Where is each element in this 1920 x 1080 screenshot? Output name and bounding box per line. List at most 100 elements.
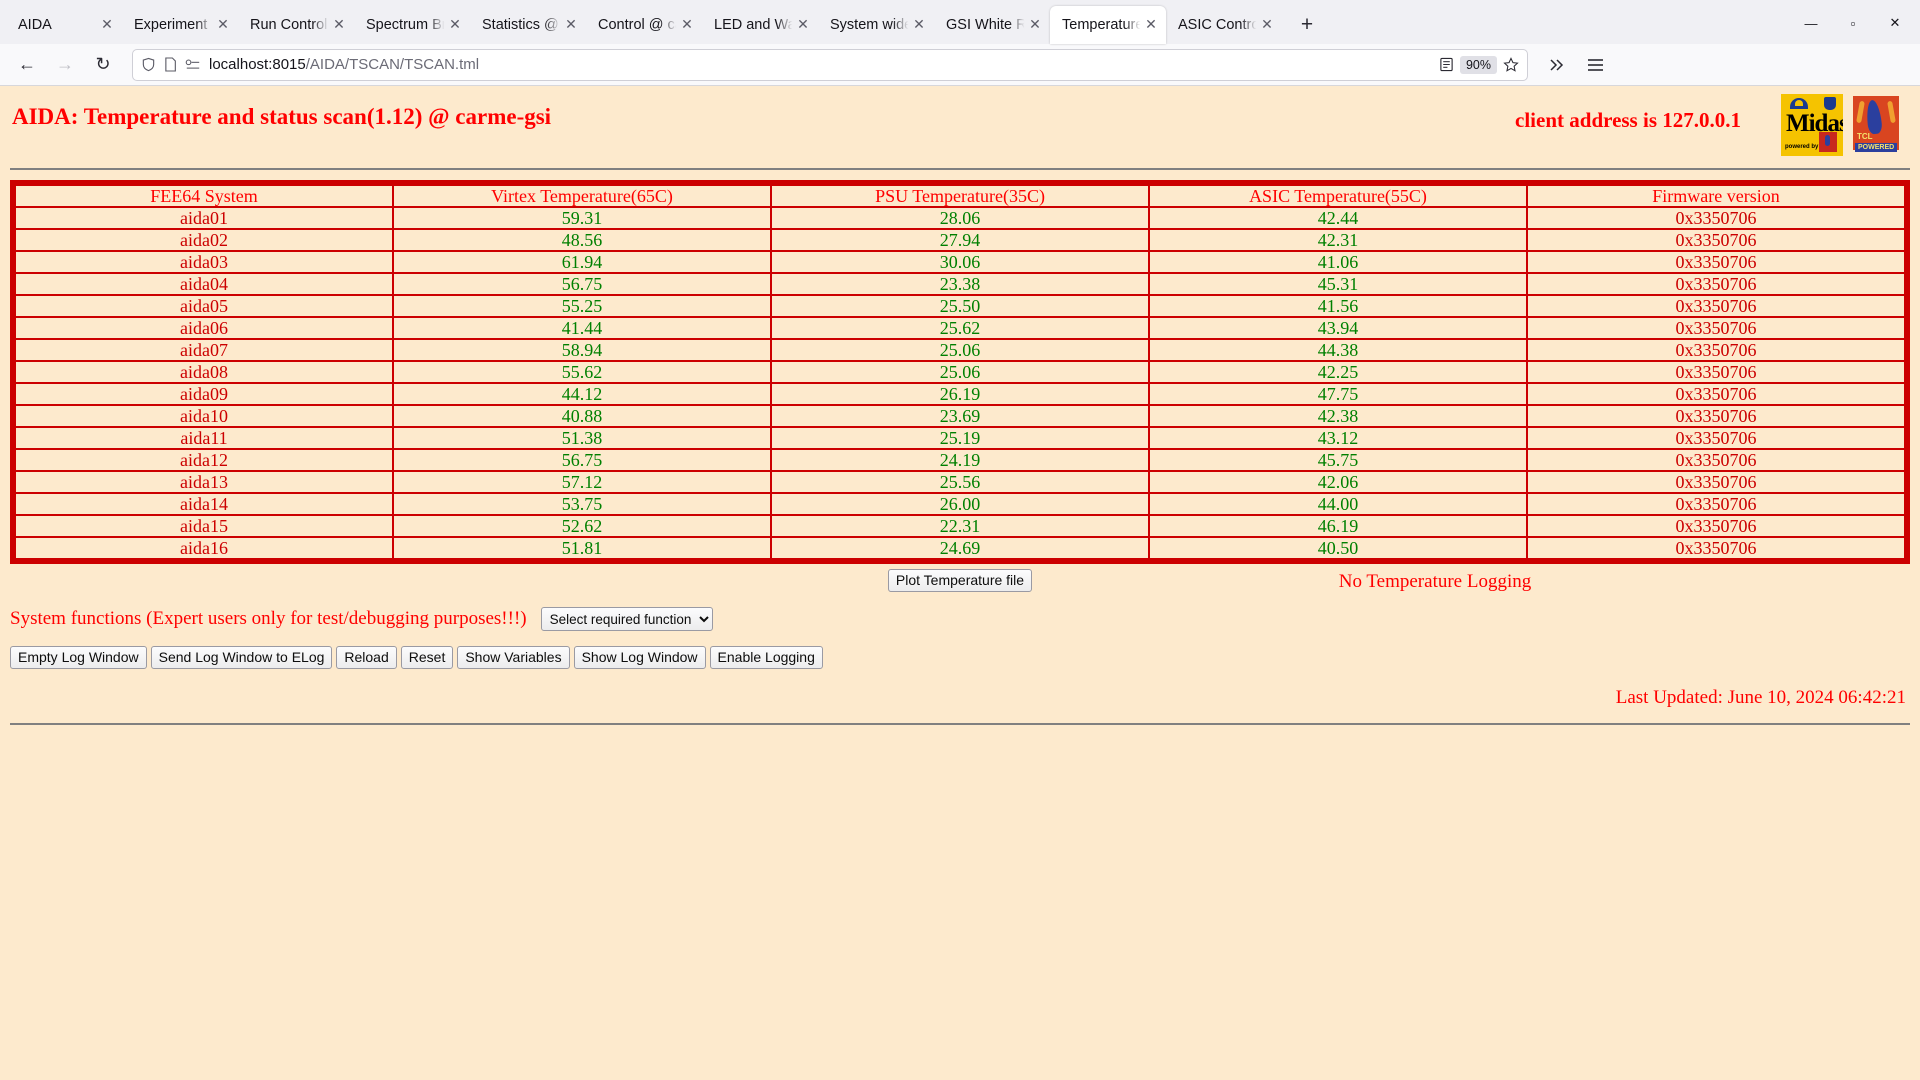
table-cell-psu: 28.06 <box>772 208 1148 228</box>
table-cell-psu: 25.56 <box>772 472 1148 492</box>
table-cell-asic: 40.50 <box>1150 538 1526 558</box>
table-cell-firmware: 0x3350706 <box>1528 538 1904 558</box>
shield-icon[interactable] <box>141 57 156 72</box>
overflow-menu-button[interactable] <box>1540 49 1574 81</box>
table-cell-psu: 25.06 <box>772 340 1148 360</box>
table-cell-firmware: 0x3350706 <box>1528 230 1904 250</box>
minimize-button[interactable]: — <box>1790 8 1832 38</box>
forward-button[interactable]: → <box>48 49 82 81</box>
reload-icon: ↻ <box>95 54 111 74</box>
maximize-button[interactable]: ▫ <box>1832 8 1874 38</box>
tcl-powered-logo-icon: TCL POWERED <box>1850 94 1902 156</box>
browser-tab[interactable]: Control @ carme-gsi✕ <box>586 6 702 44</box>
table-cell-asic: 44.00 <box>1150 494 1526 514</box>
browser-tab[interactable]: Temperature and st✕ <box>1050 6 1166 44</box>
tcl-logo-label: TCL <box>1857 132 1873 141</box>
browser-tab[interactable]: Statistics @ carme✕ <box>470 6 586 44</box>
table-cell-asic: 46.19 <box>1150 516 1526 536</box>
table-cell-system: aida08 <box>16 362 392 382</box>
tab-title: GSI White Rabbit Ti <box>946 17 1026 33</box>
browser-tab[interactable]: AIDA ✕ <box>6 6 122 44</box>
midas-badge-icon <box>1824 97 1836 110</box>
address-bar[interactable]: localhost:8015/AIDA/TSCAN/TSCAN.tml 90% <box>132 48 1528 81</box>
logo-group: Midas powered by TCL POWERED <box>1781 94 1910 156</box>
browser-tab[interactable]: System wide Check✕ <box>818 6 934 44</box>
tab-close-icon[interactable]: ✕ <box>1258 16 1276 34</box>
browser-tab[interactable]: Spectrum Browser✕ <box>354 6 470 44</box>
action-button[interactable]: Enable Logging <box>709 646 823 669</box>
action-button[interactable]: Show Log Window <box>573 646 706 669</box>
table-row: aida01 59.31 28.06 42.44 0x3350706 <box>16 208 1904 228</box>
page-title: AIDA: Temperature and status scan(1.12) … <box>12 104 552 129</box>
table-cell-virtex: 56.75 <box>394 274 770 294</box>
bookmark-star-icon[interactable] <box>1503 56 1519 73</box>
action-button[interactable]: Send Log Window to ELog <box>150 646 333 669</box>
new-tab-button[interactable]: + <box>1290 10 1324 40</box>
tab-close-icon[interactable]: ✕ <box>910 16 928 34</box>
table-row: aida03 61.94 30.06 41.06 0x3350706 <box>16 252 1904 272</box>
reader-view-icon[interactable] <box>1439 57 1454 72</box>
table-cell-psu: 26.00 <box>772 494 1148 514</box>
plot-controls-row: Plot Temperature file No Temperature Log… <box>10 569 1910 595</box>
table-column-header: Firmware version <box>1528 186 1904 206</box>
table-column-header: FEE64 System <box>16 186 392 206</box>
table-column-header: PSU Temperature(35C) <box>772 186 1148 206</box>
tab-close-icon[interactable]: ✕ <box>678 16 696 34</box>
tab-close-icon[interactable]: ✕ <box>446 16 464 34</box>
action-button[interactable]: Reset <box>400 646 454 669</box>
table-cell-virtex: 44.12 <box>394 384 770 404</box>
page-info-icon[interactable] <box>164 57 177 72</box>
table-cell-firmware: 0x3350706 <box>1528 516 1904 536</box>
tab-close-icon[interactable]: ✕ <box>214 16 232 34</box>
browser-tab[interactable]: ASIC Control @ car✕ <box>1166 6 1282 44</box>
action-button[interactable]: Reload <box>336 646 397 669</box>
tab-close-icon[interactable]: ✕ <box>794 16 812 34</box>
application-menu-button[interactable] <box>1578 49 1612 81</box>
chevron-double-right-icon <box>1550 58 1564 71</box>
close-icon: ✕ <box>1889 15 1901 30</box>
zoom-level-badge[interactable]: 90% <box>1459 55 1497 74</box>
action-button[interactable]: Show Variables <box>457 646 570 669</box>
table-cell-firmware: 0x3350706 <box>1528 428 1904 448</box>
table-cell-asic: 44.38 <box>1150 340 1526 360</box>
table-cell-firmware: 0x3350706 <box>1528 362 1904 382</box>
tab-title: Control @ carme-gsi <box>598 17 678 33</box>
browser-tab[interactable]: GSI White Rabbit Ti✕ <box>934 6 1050 44</box>
tab-close-icon[interactable]: ✕ <box>1142 16 1160 34</box>
function-select[interactable]: Select required function <box>540 607 713 631</box>
tab-close-icon[interactable]: ✕ <box>330 16 348 34</box>
table-row: aida05 55.25 25.50 41.56 0x3350706 <box>16 296 1904 316</box>
tab-close-icon[interactable]: ✕ <box>1026 16 1044 34</box>
browser-tab[interactable]: Run Control @ carme✕ <box>238 6 354 44</box>
table-cell-system: aida04 <box>16 274 392 294</box>
tab-close-icon[interactable]: ✕ <box>98 16 116 34</box>
permissions-icon[interactable] <box>185 58 201 72</box>
tab-close-icon[interactable]: ✕ <box>562 16 580 34</box>
table-cell-psu: 25.50 <box>772 296 1148 316</box>
browser-tab[interactable]: Experiment Control✕ <box>122 6 238 44</box>
browser-tab[interactable]: LED and Waveform✕ <box>702 6 818 44</box>
tab-title: Temperature and st <box>1062 17 1142 33</box>
function-select-wrap: Select required function <box>540 607 713 631</box>
browser-chrome: AIDA✕Experiment Control✕Run Control @ ca… <box>0 0 1920 86</box>
tab-title: AIDA <box>18 17 52 33</box>
reload-button[interactable]: ↻ <box>86 49 120 81</box>
table-cell-virtex: 55.62 <box>394 362 770 382</box>
table-cell-firmware: 0x3350706 <box>1528 274 1904 294</box>
table-row: aida12 56.75 24.19 45.75 0x3350706 <box>16 450 1904 470</box>
table-row: aida10 40.88 23.69 42.38 0x3350706 <box>16 406 1904 426</box>
table-row: aida07 58.94 25.06 44.38 0x3350706 <box>16 340 1904 360</box>
table-cell-asic: 42.31 <box>1150 230 1526 250</box>
tab-title: Spectrum Browser <box>366 17 446 33</box>
table-cell-system: aida12 <box>16 450 392 470</box>
tab-title: LED and Waveform <box>714 17 794 33</box>
midas-logo-icon: Midas powered by <box>1781 94 1843 156</box>
table-row: aida08 55.62 25.06 42.25 0x3350706 <box>16 362 1904 382</box>
hamburger-icon <box>1587 58 1603 71</box>
back-button[interactable]: ← <box>10 49 44 81</box>
table-cell-psu: 27.94 <box>772 230 1148 250</box>
table-cell-virtex: 51.38 <box>394 428 770 448</box>
close-window-button[interactable]: ✕ <box>1874 8 1916 38</box>
action-button[interactable]: Empty Log Window <box>10 646 147 669</box>
table-column-header: ASIC Temperature(55C) <box>1150 186 1526 206</box>
